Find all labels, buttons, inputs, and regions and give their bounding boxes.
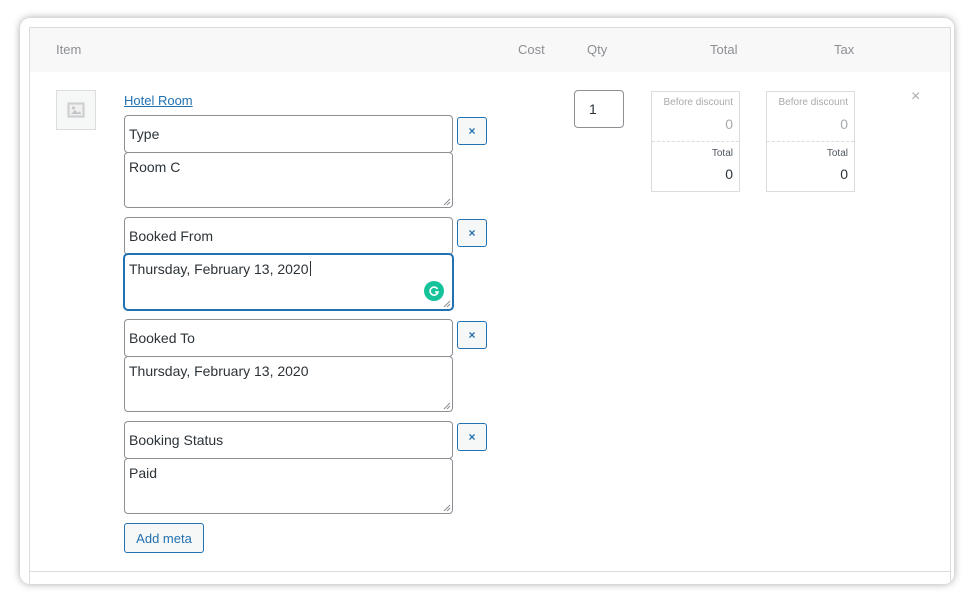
header-total: Total	[710, 42, 738, 57]
resize-handle-icon[interactable]	[443, 402, 451, 410]
order-items-card: Item Cost Qty Total Tax Hotel Room Type …	[20, 18, 954, 584]
tax-before-discount-value[interactable]: 0	[840, 116, 848, 132]
text-caret	[309, 261, 311, 276]
remove-meta-button-booking-status[interactable]: ×	[457, 423, 487, 451]
remove-item-button[interactable]: ×	[911, 88, 920, 106]
meta-value-text: Room C	[129, 159, 181, 175]
meta-value-field-booked-from[interactable]: Thursday, February 13, 2020	[124, 254, 453, 310]
meta-key-field-type[interactable]: Type	[124, 115, 453, 153]
meta-value-field-booking-status[interactable]: Paid	[124, 458, 453, 514]
meta-key-field-booked-from[interactable]: Booked From	[124, 217, 453, 255]
tax-total-value[interactable]: 0	[840, 166, 848, 182]
add-meta-button[interactable]: Add meta	[124, 523, 204, 553]
remove-meta-button-booked-from[interactable]: ×	[457, 219, 487, 247]
item-thumbnail	[56, 90, 96, 130]
header-cost: Cost	[518, 42, 545, 57]
quantity-input[interactable]: 1	[574, 90, 624, 128]
remove-meta-button-type[interactable]: ×	[457, 117, 487, 145]
meta-value-text: Thursday, February 13, 2020	[129, 363, 309, 379]
meta-key-field-booked-to[interactable]: Booked To	[124, 319, 453, 357]
meta-value-field-type[interactable]: Room C	[124, 152, 453, 208]
header-item: Item	[56, 42, 82, 57]
grammarly-icon[interactable]	[424, 281, 444, 301]
before-discount-label: Before discount	[663, 97, 734, 108]
tax-total-label: Total	[826, 148, 848, 159]
meta-key-field-booking-status[interactable]: Booking Status	[124, 421, 453, 459]
image-placeholder-icon	[67, 102, 85, 118]
total-label: Total	[711, 148, 733, 159]
header-qty: Qty	[587, 42, 608, 57]
total-value[interactable]: 0	[725, 166, 733, 182]
items-table-header: Item Cost Qty Total Tax	[30, 28, 950, 72]
tax-before-discount-label: Before discount	[778, 97, 849, 108]
header-tax: Tax	[834, 42, 855, 57]
resize-handle-icon[interactable]	[443, 198, 451, 206]
remove-meta-button-booked-to[interactable]: ×	[457, 321, 487, 349]
before-discount-value[interactable]: 0	[725, 116, 733, 132]
line-tax-box: Before discount 0 Total 0	[766, 91, 855, 192]
meta-value-text: Paid	[129, 465, 158, 481]
meta-value-text: Thursday, February 13, 2020	[129, 261, 309, 277]
resize-handle-icon[interactable]	[443, 300, 451, 308]
resize-handle-icon[interactable]	[443, 504, 451, 512]
item-name-link[interactable]: Hotel Room	[124, 93, 193, 108]
meta-value-field-booked-to[interactable]: Thursday, February 13, 2020	[124, 356, 453, 412]
line-total-box: Before discount 0 Total 0	[651, 91, 740, 192]
divider	[30, 571, 950, 572]
order-items-panel: Item Cost Qty Total Tax Hotel Room Type …	[29, 27, 951, 584]
